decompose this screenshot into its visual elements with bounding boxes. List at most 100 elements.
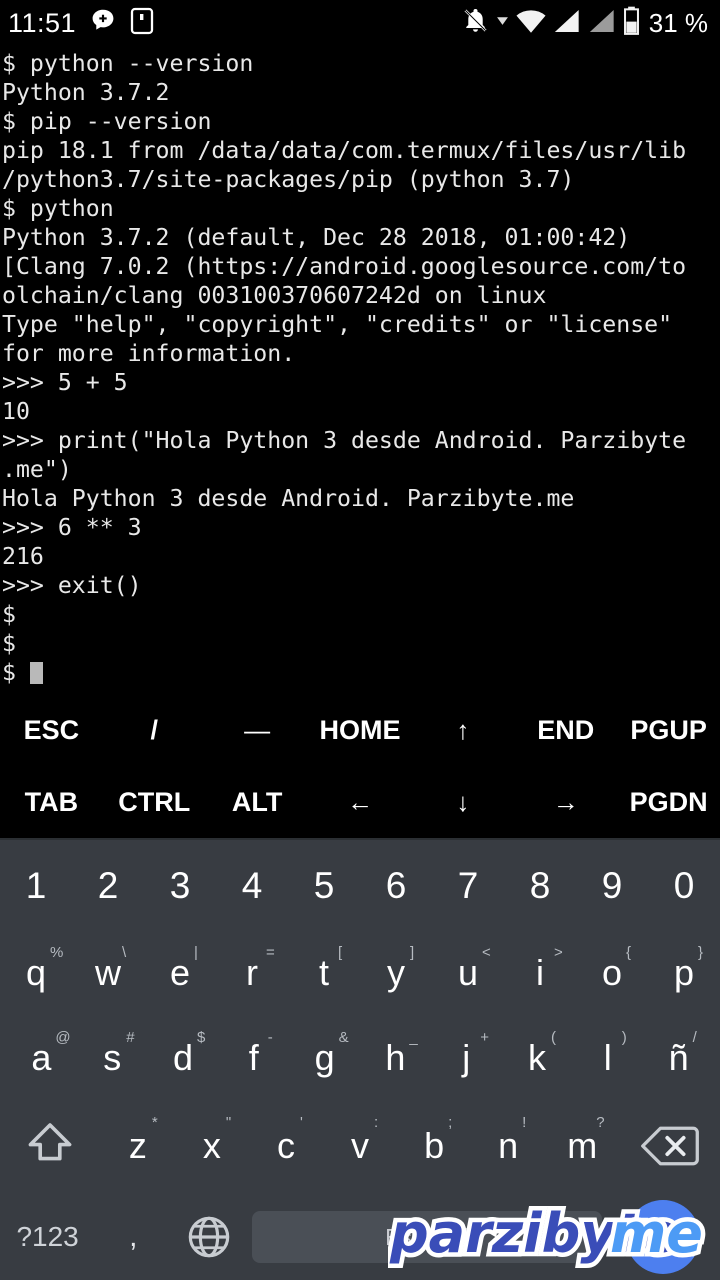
key-label: w <box>95 951 121 993</box>
key-n[interactable]: n! <box>471 1100 545 1192</box>
key-label: t <box>318 951 329 993</box>
extra-key-[interactable]: / <box>103 715 206 746</box>
enter-key[interactable] <box>606 1200 720 1274</box>
extra-key-pgdn[interactable]: PGDN <box>617 787 720 818</box>
key-x[interactable]: x " <box>175 1100 249 1192</box>
key-i[interactable]: i > <box>504 930 576 1015</box>
key-label: v <box>351 1125 370 1166</box>
key-c[interactable]: c ' <box>249 1100 323 1192</box>
key-g[interactable]: g & <box>289 1015 360 1100</box>
terminal-line: >>> exit() <box>2 572 142 599</box>
key-ñ[interactable]: ñ / <box>643 1015 714 1100</box>
terminal-line: Hola Python 3 desde Android. Parzibyte.m… <box>2 485 575 512</box>
key-hint-label: { <box>626 944 632 961</box>
key-hint-label: % <box>50 944 64 961</box>
key-hint-label: & <box>338 1029 349 1046</box>
key-d[interactable]: d $ <box>148 1015 219 1100</box>
key-l[interactable]: l) <box>572 1015 643 1100</box>
key-w[interactable]: w \ <box>72 930 144 1015</box>
status-bar-right: 31 % <box>462 6 708 40</box>
key-p[interactable]: p} <box>648 930 720 1015</box>
key-z[interactable]: z * <box>101 1100 175 1192</box>
backspace-key[interactable] <box>619 1100 720 1192</box>
key-v[interactable]: v: <box>323 1100 397 1192</box>
key-hint-label: : <box>374 1114 379 1131</box>
key-e[interactable]: e | <box>144 930 216 1015</box>
language-switch-key[interactable] <box>171 1192 247 1280</box>
key-label: k <box>527 1036 546 1078</box>
extra-key-[interactable]: ← <box>309 787 412 818</box>
extra-key-end[interactable]: END <box>514 715 617 746</box>
key-0[interactable]: 0 <box>648 842 720 930</box>
extra-keys-row-1: ESC / — HOME ↑ END PGUP <box>0 694 720 766</box>
key-label: 4 <box>241 865 263 906</box>
key-f[interactable]: f- <box>218 1015 289 1100</box>
extra-key-pgup[interactable]: PGUP <box>617 715 720 746</box>
symbols-key[interactable]: ?123 <box>0 1192 95 1280</box>
key-t[interactable]: t[ <box>288 930 360 1015</box>
key-2[interactable]: 2 <box>72 842 144 930</box>
key-k[interactable]: k( <box>502 1015 573 1100</box>
key-label: 7 <box>457 865 479 906</box>
key-y[interactable]: y] <box>360 930 432 1015</box>
key-hint-label: ( <box>550 1029 556 1046</box>
key-u[interactable]: u < <box>432 930 504 1015</box>
extra-key-tab[interactable]: TAB <box>0 787 103 818</box>
comma-key[interactable]: , <box>95 1192 171 1280</box>
terminal-output-area[interactable]: $ python --version Python 3.7.2 $ pip --ve… <box>0 46 720 694</box>
key-hint-label: [ <box>338 944 343 961</box>
key-q[interactable]: q% <box>0 930 72 1015</box>
key-5[interactable]: 5 <box>288 842 360 930</box>
key-hint-label: # <box>126 1029 135 1046</box>
key-hint-label: $ <box>197 1029 206 1046</box>
key-7[interactable]: 7 <box>432 842 504 930</box>
keyboard-row-qwerty: q% w \ e | r = t[y] u < i > o{p} <box>0 930 720 1015</box>
shift-key[interactable] <box>0 1100 101 1192</box>
key-label: f <box>248 1036 259 1078</box>
key-hint-label: _ <box>409 1029 418 1046</box>
key-hint-label: ] <box>410 944 415 961</box>
shift-arrow-icon <box>28 1123 72 1161</box>
extra-key-[interactable]: ↑ <box>411 715 514 746</box>
key-label: 0 <box>673 865 695 906</box>
extra-key-[interactable]: → <box>514 787 617 818</box>
key-b[interactable]: b; <box>397 1100 471 1192</box>
terminal-line: Python 3.7.2 <box>2 79 170 106</box>
key-3[interactable]: 3 <box>144 842 216 930</box>
extra-key-[interactable]: ↓ <box>411 787 514 818</box>
battery-icon <box>623 6 640 40</box>
key-1[interactable]: 1 <box>0 842 72 930</box>
extra-key-ctrl[interactable]: CTRL <box>103 787 206 818</box>
terminal-line: olchain/clang 003100370607242d on linux <box>2 282 547 309</box>
key-label: m <box>567 1125 598 1166</box>
key-h[interactable]: h _ <box>360 1015 431 1100</box>
key-r[interactable]: r = <box>216 930 288 1015</box>
key-hint-label: ! <box>522 1114 527 1131</box>
key-j[interactable]: j + <box>431 1015 502 1100</box>
key-hint-label: ' <box>299 1114 303 1131</box>
status-bar-left: 11:51 <box>8 7 154 40</box>
terminal-line: .me") <box>2 456 72 483</box>
key-9[interactable]: 9 <box>576 842 648 930</box>
extra-key-alt[interactable]: ALT <box>206 787 309 818</box>
key-label: y <box>387 951 405 993</box>
key-o[interactable]: o{ <box>576 930 648 1015</box>
keyboard-bottom-row: ?123 , Español <box>0 1192 720 1280</box>
extra-key-[interactable]: — <box>206 715 309 746</box>
key-hint-label: - <box>267 1029 273 1046</box>
spacebar-key[interactable]: Español <box>251 1211 602 1263</box>
terminal-line: [Clang 7.0.2 (https://android.googlesour… <box>2 253 687 280</box>
key-s[interactable]: s # <box>77 1015 148 1100</box>
key-8[interactable]: 8 <box>504 842 576 930</box>
extra-key-esc[interactable]: ESC <box>0 715 103 746</box>
key-6[interactable]: 6 <box>360 842 432 930</box>
key-label: a <box>31 1036 52 1078</box>
globe-language-icon <box>189 1216 230 1258</box>
extra-key-home[interactable]: HOME <box>309 715 412 746</box>
key-4[interactable]: 4 <box>216 842 288 930</box>
key-m[interactable]: m? <box>545 1100 619 1192</box>
key-a[interactable]: a @ <box>6 1015 77 1100</box>
keyboard-number-row: 1 2 3 4 5 6 7 8 9 0 <box>0 842 720 930</box>
terminal-line: >>> 5 + 5 <box>2 369 128 396</box>
key-hint-label: \ <box>122 944 127 961</box>
